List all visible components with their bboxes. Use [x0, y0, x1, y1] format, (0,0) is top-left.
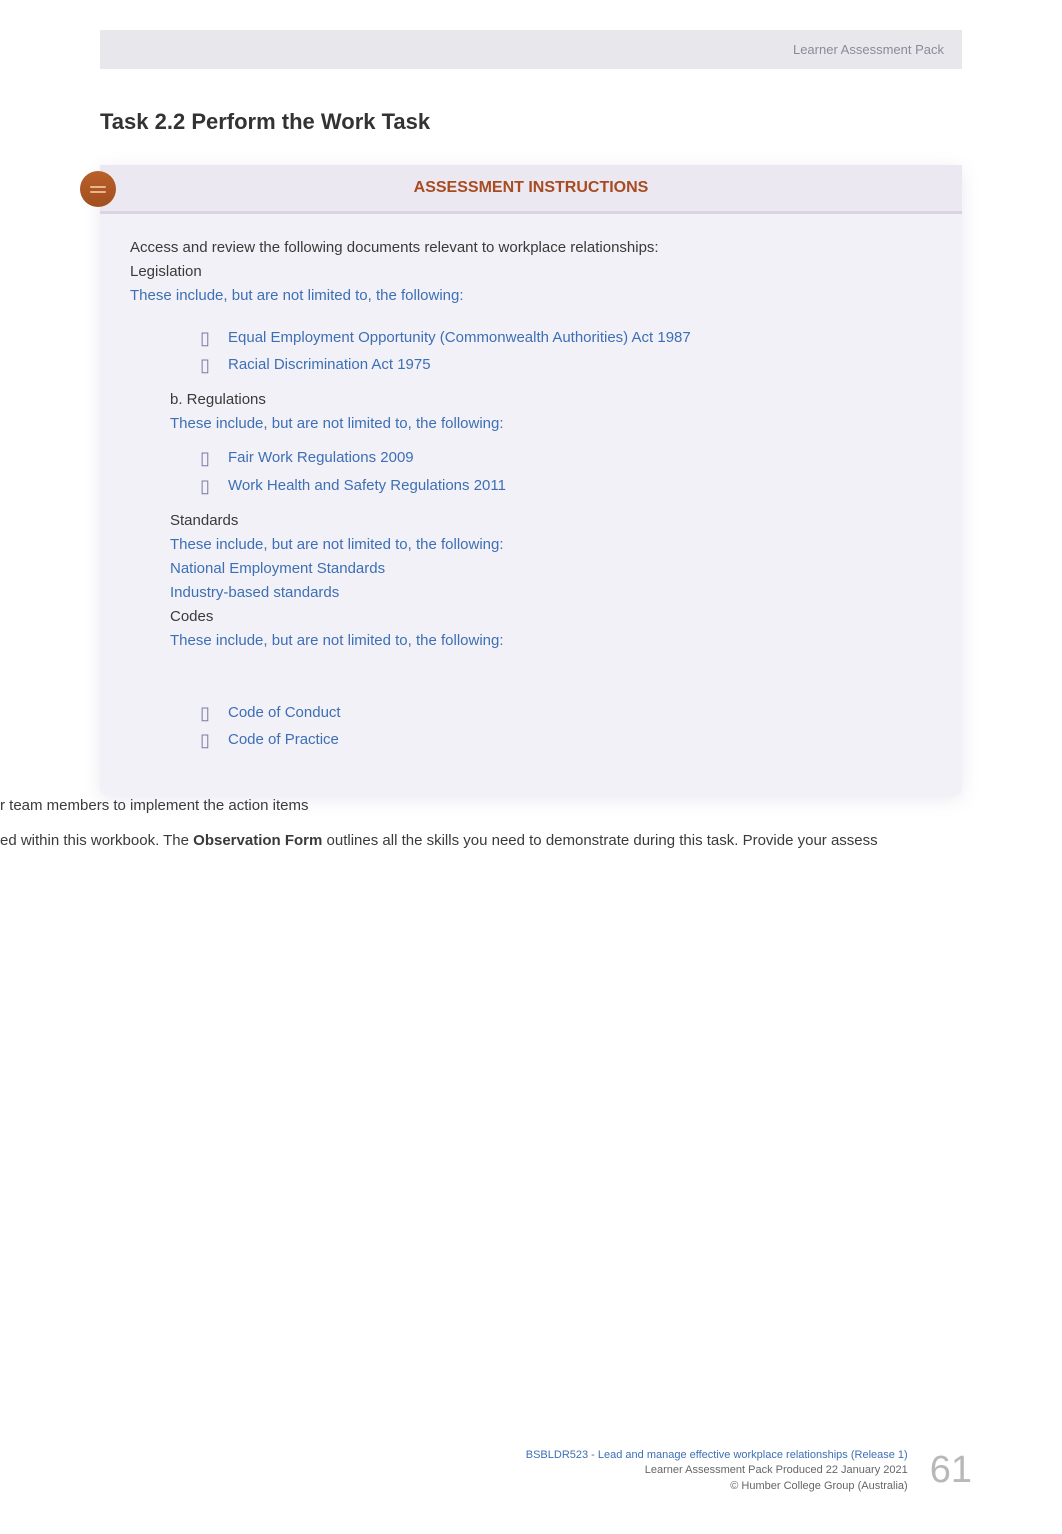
bullet-icon: ▯	[200, 728, 228, 753]
assessment-title: ASSESSMENT INSTRUCTIONS	[100, 165, 962, 214]
list-item: ▯ Racial Discrimination Act 1975	[200, 353, 932, 378]
bullet-icon: ▯	[200, 353, 228, 378]
standards-line3: Industry-based standards	[170, 581, 932, 605]
task-heading: Task 2.2 Perform the Work Task	[100, 109, 962, 135]
bullets-codes: ▯ Code of Conduct ▯ Code of Practice	[200, 701, 932, 753]
cut-text-observation: ed within this workbook. The Observation…	[0, 832, 1062, 849]
page-number: 61	[930, 1449, 972, 1492]
observation-form-bold: Observation Form	[193, 832, 322, 849]
bullet-icon: ▯	[200, 474, 228, 499]
list-item: ▯ Work Health and Safety Regulations 201…	[200, 474, 932, 499]
bullet-text: Fair Work Regulations 2009	[228, 446, 932, 470]
footer-unit-title: BSBLDR523 - Lead and manage effective wo…	[526, 1448, 908, 1463]
footer: BSBLDR523 - Lead and manage effective wo…	[526, 1448, 972, 1494]
list-item: ▯ Fair Work Regulations 2009	[200, 446, 932, 471]
these-include-b: These include, but are not limited to, t…	[170, 412, 932, 436]
bullet-icon: ▯	[200, 326, 228, 351]
footer-text-block: BSBLDR523 - Lead and manage effective wo…	[526, 1448, 908, 1494]
bullet-text: Code of Conduct	[228, 701, 932, 725]
bullet-icon: ▯	[200, 446, 228, 471]
regulations-label: b. Regulations	[170, 388, 932, 412]
cut-text-team-members: r team members to implement the action i…	[0, 797, 1062, 814]
bullet-icon: ▯	[200, 701, 228, 726]
page-header-label: Learner Assessment Pack	[793, 42, 944, 57]
standards-line2: National Employment Standards	[170, 557, 932, 581]
footer-produced: Learner Assessment Pack Produced 22 Janu…	[526, 1463, 908, 1478]
bullet-text: Racial Discrimination Act 1975	[228, 353, 932, 377]
bullets-b: ▯ Fair Work Regulations 2009 ▯ Work Heal…	[200, 446, 932, 498]
codes-label: Codes	[170, 605, 932, 629]
bullet-text: Equal Employment Opportunity (Commonweal…	[228, 326, 932, 350]
list-item: ▯ Code of Practice	[200, 728, 932, 753]
standards-line1: These include, but are not limited to, t…	[170, 533, 932, 557]
page-header: Learner Assessment Pack	[100, 30, 962, 69]
codes-include: These include, but are not limited to, t…	[170, 629, 932, 653]
legislation-label: Legislation	[130, 260, 932, 284]
bullets-a: ▯ Equal Employment Opportunity (Commonwe…	[200, 326, 932, 378]
standards-label: Standards	[170, 509, 932, 533]
cut-text-suffix: outlines all the skills you need to demo…	[322, 832, 877, 849]
assessment-body: Access and review the following document…	[100, 214, 962, 795]
these-include-a: These include, but are not limited to, t…	[130, 284, 932, 308]
assessment-box: ASSESSMENT INSTRUCTIONS Access and revie…	[100, 165, 962, 795]
list-item: ▯ Equal Employment Opportunity (Commonwe…	[200, 326, 932, 351]
cut-text-prefix: ed within this workbook. The	[0, 832, 193, 849]
list-item: ▯ Code of Conduct	[200, 701, 932, 726]
bullet-text: Work Health and Safety Regulations 2011	[228, 474, 932, 498]
intro-line: Access and review the following document…	[130, 236, 932, 260]
footer-copyright: © Humber College Group (Australia)	[526, 1479, 908, 1494]
menu-icon	[80, 171, 116, 207]
bullet-text: Code of Practice	[228, 728, 932, 752]
